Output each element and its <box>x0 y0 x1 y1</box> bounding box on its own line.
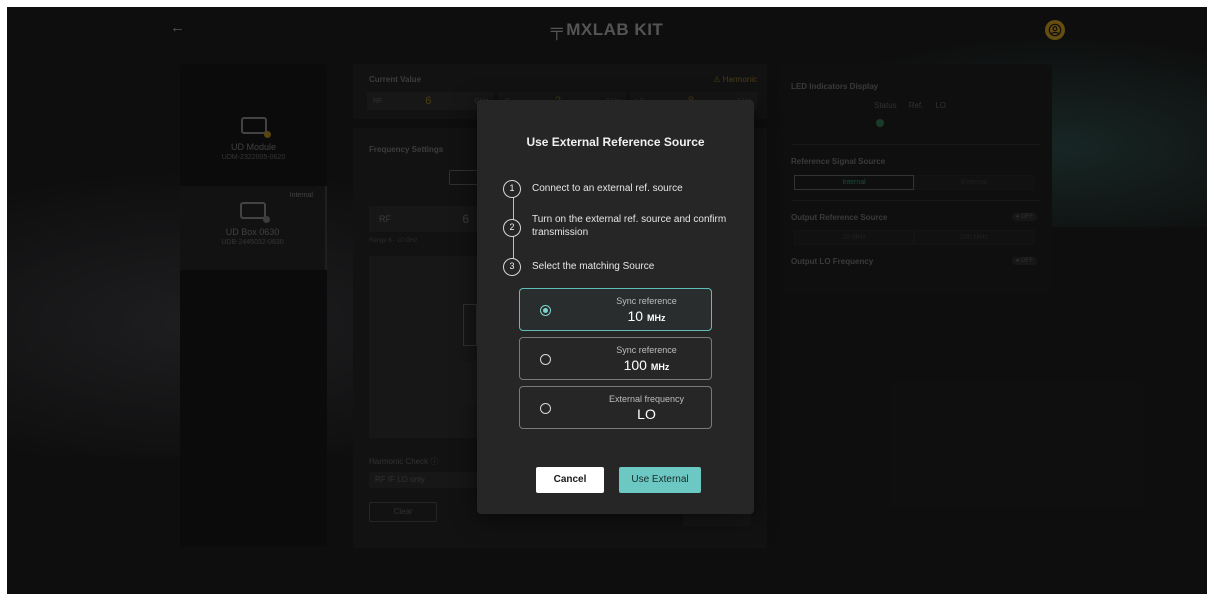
step-number: 2 <box>503 219 521 237</box>
app-window: ← ╤ MXLAB KIT UD Module UDM-2322005-0620 … <box>7 7 1207 594</box>
option-unit: MHz <box>650 362 670 372</box>
step-2: 2 Turn on the external ref. source and c… <box>503 213 732 239</box>
option-value: LO <box>550 406 743 422</box>
option-sync-10mhz[interactable]: Sync reference 10 MHz <box>519 288 712 331</box>
step-text: Select the matching Source <box>532 261 655 272</box>
step-number: 1 <box>503 180 521 198</box>
step-1: 1 Connect to an external ref. source <box>503 180 732 198</box>
option-value: 10 MHz <box>550 308 743 324</box>
external-reference-modal: Use External Reference Source 1 Connect … <box>477 100 754 514</box>
option-label: Sync reference <box>616 296 677 306</box>
option-value: 100 MHz <box>550 357 743 373</box>
option-number: 100 <box>623 357 647 373</box>
option-sync-100mhz[interactable]: Sync reference 100 MHz <box>519 337 712 380</box>
cancel-button[interactable]: Cancel <box>536 467 604 493</box>
option-label: Sync reference <box>616 345 677 355</box>
option-number: LO <box>637 406 656 422</box>
option-number: 10 <box>627 308 644 324</box>
option-unit: MHz <box>647 313 666 323</box>
option-external-lo[interactable]: External frequency LO <box>519 386 712 429</box>
step-3: 3 Select the matching Source <box>503 258 732 276</box>
modal-title: Use External Reference Source <box>526 135 705 149</box>
option-label: External frequency <box>608 394 685 404</box>
step-text: Turn on the external ref. source and con… <box>532 214 727 238</box>
use-external-button[interactable]: Use External <box>619 467 701 493</box>
step-number: 3 <box>503 258 521 276</box>
step-text: Connect to an external ref. source <box>532 183 683 194</box>
